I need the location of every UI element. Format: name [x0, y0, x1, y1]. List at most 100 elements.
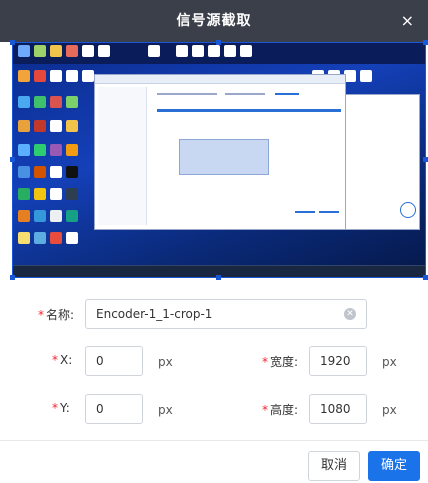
x-value: 0 — [96, 354, 104, 368]
x-label: * X: — [52, 353, 72, 367]
window-line — [157, 93, 217, 95]
window-line — [319, 211, 339, 213]
window-inner-dialog — [179, 139, 269, 175]
y-unit: px — [158, 403, 173, 417]
name-value: Encoder-1_1-crop-1 — [96, 307, 213, 321]
desktop-icon — [50, 120, 62, 132]
name-label-text: 名称: — [46, 308, 75, 322]
dialog-titlebar: 信号源截取 × — [0, 0, 428, 42]
desktop-icon — [18, 120, 30, 132]
crop-handle-tc[interactable] — [216, 40, 221, 45]
x-unit: px — [158, 355, 173, 369]
desktop-icon — [240, 45, 252, 57]
window-titlebar — [95, 75, 345, 84]
window-line — [275, 93, 299, 95]
height-label-text: 高度: — [270, 403, 299, 417]
height-unit: px — [382, 403, 397, 417]
crop-handle-bc[interactable] — [216, 275, 221, 280]
desktop-icon — [18, 45, 30, 57]
name-label: * 名称: — [38, 306, 74, 323]
desktop-icon — [148, 45, 160, 57]
desktop-icon — [50, 232, 62, 244]
window-progress-bar — [157, 109, 341, 112]
dialog-title: 信号源截取 — [176, 13, 252, 29]
crop-handle-tl[interactable] — [10, 40, 15, 45]
desktop-icon — [18, 70, 30, 82]
desktop-icon — [34, 210, 46, 222]
desktop-icon — [66, 120, 78, 132]
desktop-icon — [34, 166, 46, 178]
desktop-icon — [18, 96, 30, 108]
desktop-icon — [18, 210, 30, 222]
desktop-icon — [50, 45, 62, 57]
desktop-icon — [18, 144, 30, 156]
crop-handle-bl[interactable] — [10, 275, 15, 280]
desktop-icon — [66, 210, 78, 222]
x-label-text: X: — [60, 353, 73, 367]
desktop-icon — [98, 45, 110, 57]
desktop-icon — [50, 96, 62, 108]
desktop-icon — [224, 45, 236, 57]
window-line — [295, 211, 315, 213]
width-unit: px — [382, 355, 397, 369]
y-label-text: Y: — [60, 401, 70, 415]
required-mark: * — [38, 308, 44, 322]
width-label: * 宽度: — [262, 353, 298, 370]
height-input[interactable]: 1080 — [309, 394, 367, 424]
desktop-icon — [18, 166, 30, 178]
crop-handle-ml[interactable] — [10, 157, 15, 162]
desktop-icon — [18, 232, 30, 244]
desktop-icon — [66, 70, 78, 82]
desktop-icon — [34, 144, 46, 156]
desktop-icon — [208, 45, 220, 57]
crop-handle-tr[interactable] — [423, 40, 428, 45]
required-mark: * — [262, 355, 268, 369]
desktop-icon — [34, 120, 46, 132]
desktop-icon — [34, 45, 46, 57]
x-input[interactable]: 0 — [85, 346, 143, 376]
source-preview[interactable] — [12, 42, 426, 278]
footer-divider — [0, 440, 428, 441]
name-input[interactable]: Encoder-1_1-crop-1 ✕ — [85, 299, 367, 329]
desktop-icon — [50, 188, 62, 200]
foreground-window — [94, 74, 346, 230]
window-line — [225, 93, 265, 95]
width-label-text: 宽度: — [270, 355, 299, 369]
desktop-icon — [50, 70, 62, 82]
clear-icon[interactable]: ✕ — [344, 308, 356, 320]
desktop-icon — [50, 210, 62, 222]
desktop-icon — [82, 70, 94, 82]
desktop-icon — [82, 45, 94, 57]
required-mark: * — [52, 353, 58, 367]
desktop-icon — [34, 70, 46, 82]
desktop-icon — [50, 144, 62, 156]
y-value: 0 — [96, 402, 104, 416]
floating-orb-icon — [400, 202, 416, 218]
desktop-icon — [66, 166, 78, 178]
crop-handle-mr[interactable] — [423, 157, 428, 162]
desktop-icon — [66, 232, 78, 244]
y-label: * Y: — [52, 401, 70, 415]
desktop-icon — [360, 70, 372, 82]
required-mark: * — [262, 403, 268, 417]
desktop-icon — [66, 144, 78, 156]
desktop-icon — [66, 45, 78, 57]
desktop-icon — [34, 96, 46, 108]
y-input[interactable]: 0 — [85, 394, 143, 424]
desktop-icon — [66, 96, 78, 108]
desktop-icon — [176, 45, 188, 57]
height-label: * 高度: — [262, 401, 298, 418]
cancel-button[interactable]: 取消 — [308, 451, 360, 481]
required-mark: * — [52, 401, 58, 415]
desktop-icon — [18, 188, 30, 200]
desktop-icon — [34, 232, 46, 244]
width-input[interactable]: 1920 — [309, 346, 367, 376]
crop-handle-br[interactable] — [423, 275, 428, 280]
close-icon[interactable]: × — [401, 0, 414, 42]
desktop-icon — [34, 188, 46, 200]
window-tree-panel — [98, 87, 147, 225]
height-value: 1080 — [320, 402, 351, 416]
confirm-button[interactable]: 确定 — [368, 451, 420, 481]
desktop-icon — [192, 45, 204, 57]
desktop-icon — [50, 166, 62, 178]
